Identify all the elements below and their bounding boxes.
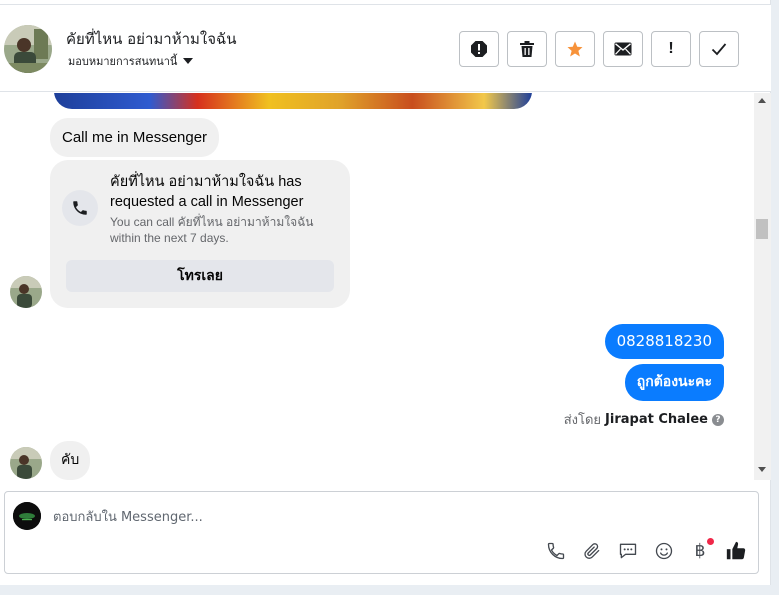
call-request-subtitle: You can call คัยที่ไหน อย่ามาห้ามใจฉัน w… <box>110 215 314 245</box>
mark-unread-button[interactable] <box>603 31 643 67</box>
message-scrollbar[interactable] <box>754 93 771 480</box>
star-icon <box>567 41 583 57</box>
phone-icon[interactable] <box>545 540 567 562</box>
contact-name: คัยที่ไหน อย่ามาห้ามใจฉัน <box>66 30 237 48</box>
caret-down-icon <box>183 58 194 64</box>
reply-input[interactable] <box>53 506 553 528</box>
assign-label: มอบหมายการสนทนานี้ <box>68 55 178 68</box>
sent-by-label: ส่งโดย Jirapat Chalee ? <box>564 409 724 430</box>
star-button[interactable] <box>555 31 595 67</box>
message-bubble-outgoing: 0828818230 <box>604 324 724 359</box>
conversation-panel: คัยที่ไหน อย่ามาห้ามใจฉัน มอบหมายการสนทน… <box>0 0 771 585</box>
mark-done-button[interactable] <box>699 31 739 67</box>
paperclip-icon[interactable] <box>581 540 603 562</box>
sender-name: Jirapat Chalee <box>605 412 708 427</box>
app-window: คัยที่ไหน อย่ามาห้ามใจฉัน มอบหมายการสนทน… <box>0 0 779 595</box>
shared-image-attachment[interactable] <box>54 93 532 109</box>
emoji-icon[interactable] <box>653 540 675 562</box>
envelope-icon <box>614 42 632 56</box>
trash-icon <box>520 41 534 57</box>
saved-reply-icon[interactable] <box>617 540 639 562</box>
contact-avatar-small[interactable] <box>10 447 42 479</box>
assign-conversation-dropdown[interactable]: มอบหมายการสนทนานี้ <box>68 52 194 70</box>
conversation-header: คัยที่ไหน อย่ามาห้ามใจฉัน มอบหมายการสนทน… <box>0 4 771 92</box>
follow-up-button[interactable]: ! <box>651 31 691 67</box>
scroll-up-arrow-icon[interactable] <box>758 98 766 103</box>
help-icon[interactable]: ? <box>712 413 724 426</box>
thumbs-up-icon[interactable] <box>725 540 747 562</box>
scrollbar-thumb[interactable] <box>756 219 768 239</box>
message-bubble-incoming: Call me in Messenger <box>50 118 220 157</box>
message-bubble-incoming: คับ <box>50 441 91 480</box>
scroll-down-arrow-icon[interactable] <box>758 467 766 472</box>
delete-button[interactable] <box>507 31 547 67</box>
message-text: คับ <box>61 452 80 468</box>
call-request-title: คัยที่ไหน อย่ามาห้ามใจฉัน has requested … <box>110 174 304 210</box>
notification-dot <box>707 538 714 545</box>
phone-icon <box>62 190 98 226</box>
sent-by-prefix: ส่งโดย <box>563 413 602 428</box>
contact-avatar-small[interactable] <box>10 276 42 308</box>
call-now-button[interactable]: โทรเลย <box>66 260 334 292</box>
message-text: Call me in Messenger <box>62 129 208 146</box>
call-request-card: คัยที่ไหน อย่ามาห้ามใจฉัน has requested … <box>50 160 350 308</box>
message-text: ถูกต้องนะคะ <box>636 374 712 390</box>
page-avatar <box>13 502 41 530</box>
message-thread[interactable]: Call me in Messenger คัยที่ไหน อย่ามาห้า… <box>0 93 754 480</box>
message-bubble-outgoing: ถูกต้องนะคะ <box>624 364 724 401</box>
exclamation-icon: ! <box>668 40 674 57</box>
contact-avatar[interactable] <box>4 25 52 73</box>
reply-composer: ฿ <box>4 491 759 574</box>
report-spam-button[interactable] <box>459 31 499 67</box>
alert-octagon-icon <box>471 41 487 57</box>
message-text: 0828818230 <box>616 332 712 350</box>
checkmark-icon <box>711 43 727 56</box>
